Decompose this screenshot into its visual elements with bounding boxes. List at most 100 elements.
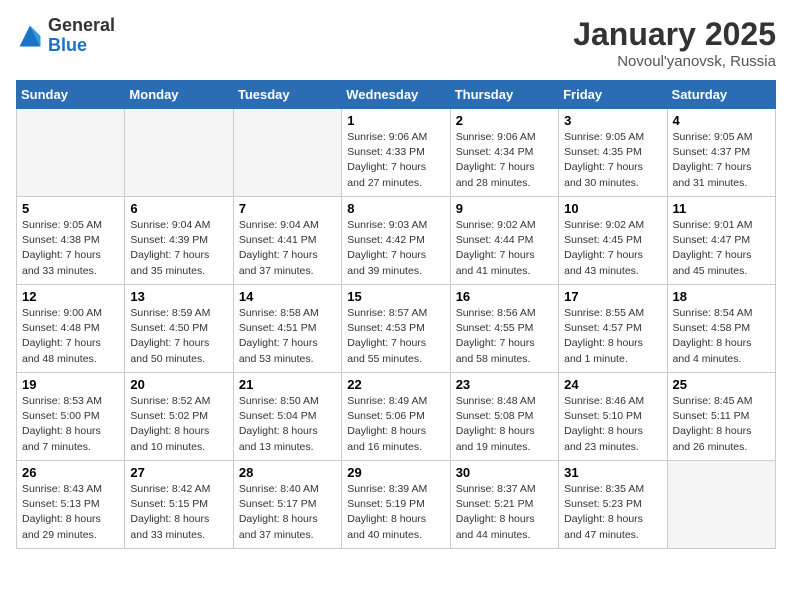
weekday-header: Wednesday [342,81,450,109]
day-number: 22 [347,377,444,392]
day-info: Sunrise: 8:35 AM Sunset: 5:23 PM Dayligh… [564,482,661,543]
calendar-cell: 3 Sunrise: 9:05 AM Sunset: 4:35 PM Daylig… [559,109,667,197]
day-info: Sunrise: 8:50 AM Sunset: 5:04 PM Dayligh… [239,394,336,455]
calendar-cell: 5Sunrise: 9:05 AM Sunset: 4:38 PM Daylig… [17,197,125,285]
weekday-header: Monday [125,81,233,109]
calendar-cell: 19 Sunrise: 8:53 AM Sunset: 5:00 PM Dayli… [17,373,125,461]
day-info: Sunrise: 9:06 AM Sunset: 4:33 PM Dayligh… [347,130,444,191]
calendar-cell: 10 Sunrise: 9:02 AM Sunset: 4:45 PM Dayli… [559,197,667,285]
day-info: Sunrise: 9:00 AM Sunset: 4:48 PM Dayligh… [22,306,119,367]
day-info: Sunrise: 8:53 AM Sunset: 5:00 PM Dayligh… [22,394,119,455]
day-number: 21 [239,377,336,392]
day-info: Sunrise: 8:37 AM Sunset: 5:21 PM Dayligh… [456,482,553,543]
day-number: 1 [347,113,444,128]
day-info: Sunrise: 8:40 AM Sunset: 5:17 PM Dayligh… [239,482,336,543]
day-number: 31 [564,465,661,480]
calendar-cell: 4 Sunrise: 9:05 AM Sunset: 4:37 PM Daylig… [667,109,775,197]
day-number: 26 [22,465,119,480]
day-number: 9 [456,201,553,216]
day-number: 19 [22,377,119,392]
weekday-header: Friday [559,81,667,109]
day-number: 11 [673,201,770,216]
day-info: Sunrise: 9:01 AM Sunset: 4:47 PM Dayligh… [673,218,770,279]
day-info: Sunrise: 8:39 AM Sunset: 5:19 PM Dayligh… [347,482,444,543]
calendar-cell: 1 Sunrise: 9:06 AM Sunset: 4:33 PM Daylig… [342,109,450,197]
day-number: 2 [456,113,553,128]
calendar-cell: 7Sunrise: 9:04 AM Sunset: 4:41 PM Daylig… [233,197,341,285]
day-info: Sunrise: 8:46 AM Sunset: 5:10 PM Dayligh… [564,394,661,455]
day-number: 3 [564,113,661,128]
day-number: 6 [130,201,227,216]
day-number: 27 [130,465,227,480]
title-block: January 2025 Novoul'yanovsk, Russia [573,16,776,70]
calendar-cell: 27 Sunrise: 8:42 AM Sunset: 5:15 PM Dayli… [125,461,233,549]
day-info: Sunrise: 8:57 AM Sunset: 4:53 PM Dayligh… [347,306,444,367]
day-number: 8 [347,201,444,216]
day-info: Sunrise: 9:04 AM Sunset: 4:39 PM Dayligh… [130,218,227,279]
day-number: 13 [130,289,227,304]
logo: General Blue [16,16,115,56]
weekday-header: Tuesday [233,81,341,109]
day-info: Sunrise: 8:59 AM Sunset: 4:50 PM Dayligh… [130,306,227,367]
calendar-table: SundayMondayTuesdayWednesdayThursdayFrid… [16,80,776,549]
day-number: 23 [456,377,553,392]
day-number: 28 [239,465,336,480]
calendar-cell: 16 Sunrise: 8:56 AM Sunset: 4:55 PM Dayli… [450,285,558,373]
day-info: Sunrise: 9:05 AM Sunset: 4:37 PM Dayligh… [673,130,770,191]
location: Novoul'yanovsk, Russia [573,53,776,70]
week-row: 5Sunrise: 9:05 AM Sunset: 4:38 PM Daylig… [17,197,776,285]
calendar-cell: 12Sunrise: 9:00 AM Sunset: 4:48 PM Dayli… [17,285,125,373]
day-number: 29 [347,465,444,480]
calendar-cell [667,461,775,549]
day-info: Sunrise: 8:48 AM Sunset: 5:08 PM Dayligh… [456,394,553,455]
calendar-cell: 18Sunrise: 8:54 AM Sunset: 4:58 PM Dayli… [667,285,775,373]
day-number: 17 [564,289,661,304]
calendar-cell: 26 Sunrise: 8:43 AM Sunset: 5:13 PM Dayli… [17,461,125,549]
day-info: Sunrise: 8:43 AM Sunset: 5:13 PM Dayligh… [22,482,119,543]
calendar-cell: 8Sunrise: 9:03 AM Sunset: 4:42 PM Daylig… [342,197,450,285]
calendar-cell: 2 Sunrise: 9:06 AM Sunset: 4:34 PM Daylig… [450,109,558,197]
month-year: January 2025 [573,16,776,53]
page-header: General Blue January 2025 Novoul'yanovsk… [16,16,776,70]
calendar-cell [17,109,125,197]
day-info: Sunrise: 9:05 AM Sunset: 4:38 PM Dayligh… [22,218,119,279]
calendar-cell: 9 Sunrise: 9:02 AM Sunset: 4:44 PM Daylig… [450,197,558,285]
day-info: Sunrise: 8:49 AM Sunset: 5:06 PM Dayligh… [347,394,444,455]
weekday-header: Sunday [17,81,125,109]
calendar-cell: 14 Sunrise: 8:58 AM Sunset: 4:51 PM Dayli… [233,285,341,373]
day-number: 25 [673,377,770,392]
day-info: Sunrise: 8:56 AM Sunset: 4:55 PM Dayligh… [456,306,553,367]
day-number: 4 [673,113,770,128]
calendar-cell: 21 Sunrise: 8:50 AM Sunset: 5:04 PM Dayli… [233,373,341,461]
week-row: 19 Sunrise: 8:53 AM Sunset: 5:00 PM Dayli… [17,373,776,461]
week-row: 26 Sunrise: 8:43 AM Sunset: 5:13 PM Dayli… [17,461,776,549]
calendar-cell: 25 Sunrise: 8:45 AM Sunset: 5:11 PM Dayli… [667,373,775,461]
day-number: 16 [456,289,553,304]
calendar-cell: 30Sunrise: 8:37 AM Sunset: 5:21 PM Dayli… [450,461,558,549]
calendar-cell: 11 Sunrise: 9:01 AM Sunset: 4:47 PM Dayli… [667,197,775,285]
calendar-cell: 31 Sunrise: 8:35 AM Sunset: 5:23 PM Dayli… [559,461,667,549]
logo-icon [16,22,44,50]
day-info: Sunrise: 8:54 AM Sunset: 4:58 PM Dayligh… [673,306,770,367]
day-info: Sunrise: 8:45 AM Sunset: 5:11 PM Dayligh… [673,394,770,455]
day-number: 24 [564,377,661,392]
weekday-header-row: SundayMondayTuesdayWednesdayThursdayFrid… [17,81,776,109]
day-info: Sunrise: 9:05 AM Sunset: 4:35 PM Dayligh… [564,130,661,191]
day-info: Sunrise: 8:42 AM Sunset: 5:15 PM Dayligh… [130,482,227,543]
weekday-header: Saturday [667,81,775,109]
calendar-cell: 17 Sunrise: 8:55 AM Sunset: 4:57 PM Dayli… [559,285,667,373]
day-info: Sunrise: 9:02 AM Sunset: 4:44 PM Dayligh… [456,218,553,279]
day-info: Sunrise: 9:06 AM Sunset: 4:34 PM Dayligh… [456,130,553,191]
calendar-cell [125,109,233,197]
day-info: Sunrise: 8:55 AM Sunset: 4:57 PM Dayligh… [564,306,661,367]
day-number: 15 [347,289,444,304]
calendar-cell: 29 Sunrise: 8:39 AM Sunset: 5:19 PM Dayli… [342,461,450,549]
day-number: 10 [564,201,661,216]
calendar-cell: 22 Sunrise: 8:49 AM Sunset: 5:06 PM Dayli… [342,373,450,461]
day-info: Sunrise: 9:02 AM Sunset: 4:45 PM Dayligh… [564,218,661,279]
calendar-cell [233,109,341,197]
weekday-header: Thursday [450,81,558,109]
day-number: 14 [239,289,336,304]
day-info: Sunrise: 8:58 AM Sunset: 4:51 PM Dayligh… [239,306,336,367]
calendar-cell: 13 Sunrise: 8:59 AM Sunset: 4:50 PM Dayli… [125,285,233,373]
